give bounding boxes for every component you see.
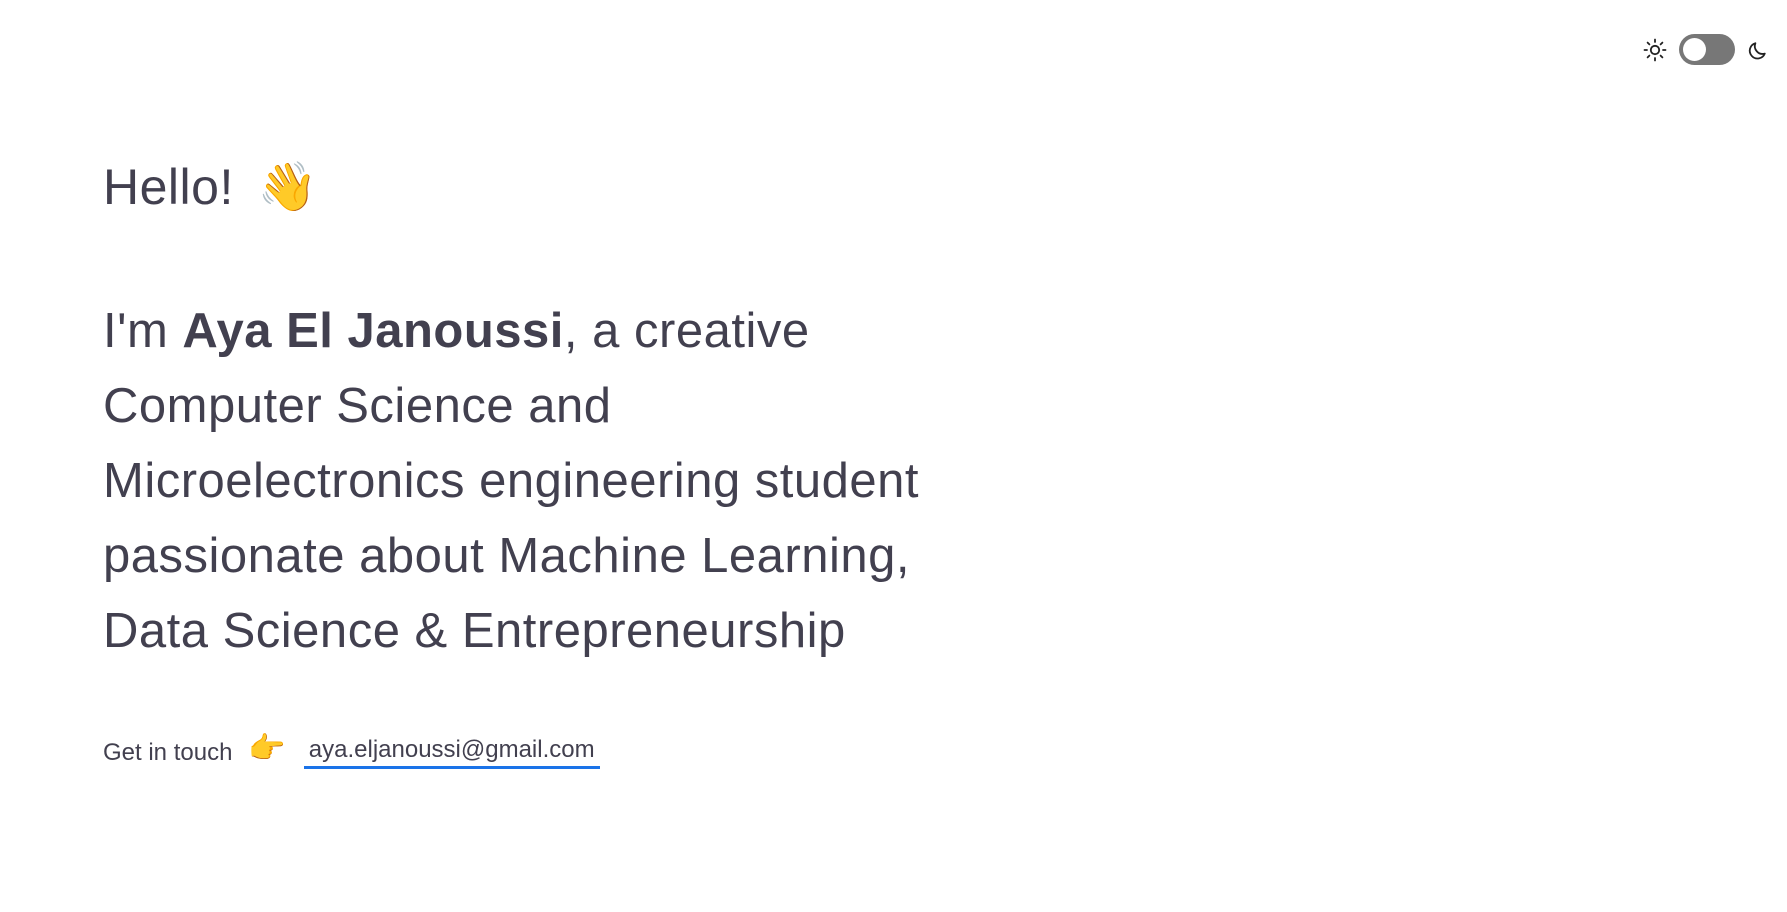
theme-switch[interactable] (1679, 34, 1735, 65)
switch-knob (1683, 38, 1706, 61)
moon-icon (1747, 38, 1771, 62)
introduction: I'm Aya El Janoussi, a creative Computer… (103, 294, 983, 669)
greeting-heading: Hello! 👋 (103, 150, 983, 224)
theme-toggle (1643, 34, 1771, 65)
hero-section: Hello! 👋 I'm Aya El Janoussi, a creative… (103, 150, 983, 769)
page: Hello! 👋 I'm Aya El Janoussi, a creative… (0, 0, 1787, 912)
greeting-text: Hello! (103, 159, 234, 215)
intro-prefix: I'm (103, 304, 183, 358)
contact-row: Get in touch 👉 aya.eljanoussi@gmail.com (103, 730, 983, 769)
wave-emoji: 👋 (257, 159, 319, 215)
email-link[interactable]: aya.eljanoussi@gmail.com (303, 736, 600, 769)
person-name: Aya El Janoussi (182, 304, 564, 358)
pointing-right-icon: 👉 (248, 730, 286, 766)
sun-icon (1643, 38, 1667, 62)
contact-label: Get in touch (103, 738, 233, 766)
